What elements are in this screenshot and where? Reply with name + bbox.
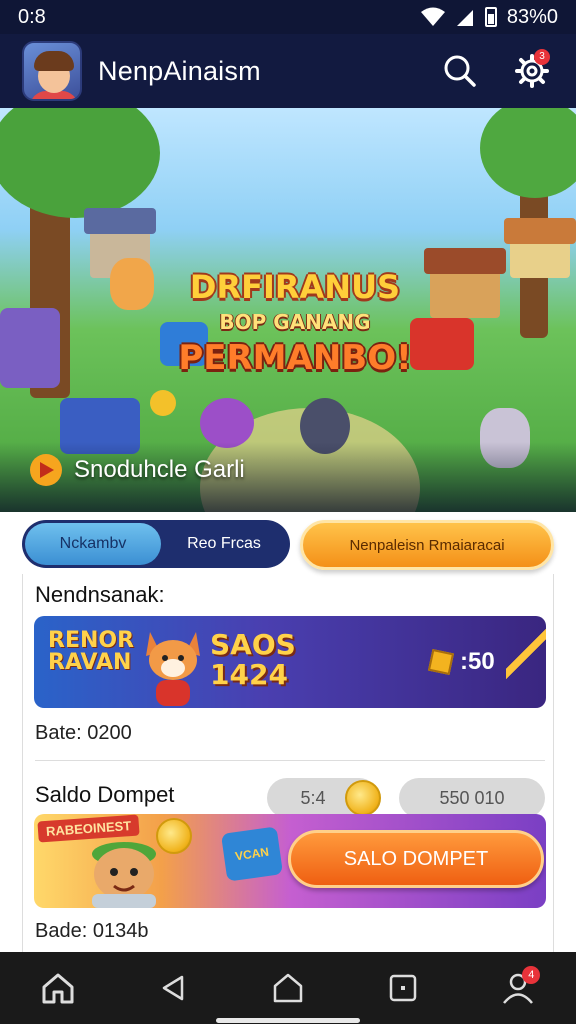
app-title: NenpAinaism <box>98 55 261 86</box>
search-button[interactable] <box>438 49 482 93</box>
nav-home[interactable] <box>30 960 86 1016</box>
coin-illustration <box>150 390 176 416</box>
wallet-title: Saldo Dompet <box>35 782 175 807</box>
battery-level: 83%0 <box>506 5 558 28</box>
tab-active[interactable]: Nckambv <box>25 523 161 565</box>
content-sheet: Nckambv Reo Frcas Nenpaleisn Rmaiaracai … <box>0 512 576 962</box>
divider <box>35 760 545 761</box>
promo-sign: VCAN <box>220 826 284 882</box>
avatar[interactable] <box>22 41 82 101</box>
home-indicator[interactable] <box>216 1018 360 1023</box>
square-icon <box>389 974 417 1002</box>
house-outline-icon <box>273 973 303 1003</box>
tab-inactive[interactable]: Reo Frcas <box>161 523 287 565</box>
section-title: Nendnsanak: <box>35 582 165 607</box>
status-bar: 0:8 83%0 <box>0 0 576 34</box>
hero-title: DRFIRANUS BOP GANANG PERMANBO! <box>170 268 420 378</box>
crystal-illustration <box>0 308 60 388</box>
play-icon[interactable] <box>30 454 62 486</box>
fox-icon <box>146 632 200 706</box>
wifi-icon <box>420 7 445 26</box>
wallet-meta: Bade: 0134b <box>35 920 149 942</box>
battery-icon <box>484 7 497 27</box>
back-icon <box>162 975 184 1001</box>
profile-badge: 4 <box>522 966 541 984</box>
status-time: 0:8 <box>18 5 46 28</box>
notification-badge: 3 <box>534 49 550 65</box>
hero-title-line3: PERMANBO! <box>178 338 412 378</box>
content-card: Nendnsanak: RENOR RAVAN SAOS 1424 :50 Ba… <box>22 574 554 962</box>
gold-cube-icon <box>427 648 455 676</box>
app-header: NenpAinaism 3 <box>0 34 576 108</box>
coin-reward: :50 <box>427 648 495 676</box>
fox-illustration <box>110 258 154 310</box>
hero-banner[interactable]: DRFIRANUS BOP GANANG PERMANBO! <box>0 108 576 512</box>
nav-recents[interactable] <box>375 960 431 1016</box>
segmented-control: Nckambv Reo Frcas <box>22 520 290 568</box>
bottom-nav: 4 <box>0 952 576 1024</box>
signal-icon <box>456 10 473 26</box>
nav-home-system[interactable] <box>260 960 316 1016</box>
wallet-button[interactable]: SALO DOMPET <box>288 830 544 888</box>
section-meta: Bate: 0200 <box>35 722 132 744</box>
hero-title-line2: BOP GANANG <box>219 310 371 334</box>
search-icon <box>444 55 476 87</box>
house-illustration <box>424 248 506 318</box>
tabs-row: Nckambv Reo Frcas Nenpaleisn Rmaiaracai <box>22 520 554 572</box>
coin-icon <box>156 818 192 854</box>
hero-title-line1: DRFIRANUS <box>189 268 401 306</box>
nav-profile[interactable]: 4 <box>490 960 546 1016</box>
home-icon <box>42 973 74 1004</box>
nav-back[interactable] <box>145 960 201 1016</box>
promo-headline: SAOS 1424 <box>210 628 296 691</box>
hero-caption[interactable]: Snoduhcle Garli <box>30 454 245 486</box>
hero-caption-text: Snoduhcle Garli <box>74 456 245 483</box>
purple-creature-illustration <box>200 398 254 448</box>
settings-button[interactable]: 3 <box>510 49 554 93</box>
wallet-banner[interactable]: RABEOINEST VCAN SALO DOMPET <box>34 814 546 908</box>
action-button[interactable]: Nenpaleisn Rmaiaracai <box>300 520 554 570</box>
amount-pill[interactable]: 550 010 <box>399 778 545 818</box>
coin-icon <box>345 780 381 816</box>
house-illustration <box>504 218 576 278</box>
promo-banner[interactable]: RENOR RAVAN SAOS 1424 :50 <box>34 616 546 708</box>
promo-logo: RENOR RAVAN <box>48 628 135 675</box>
